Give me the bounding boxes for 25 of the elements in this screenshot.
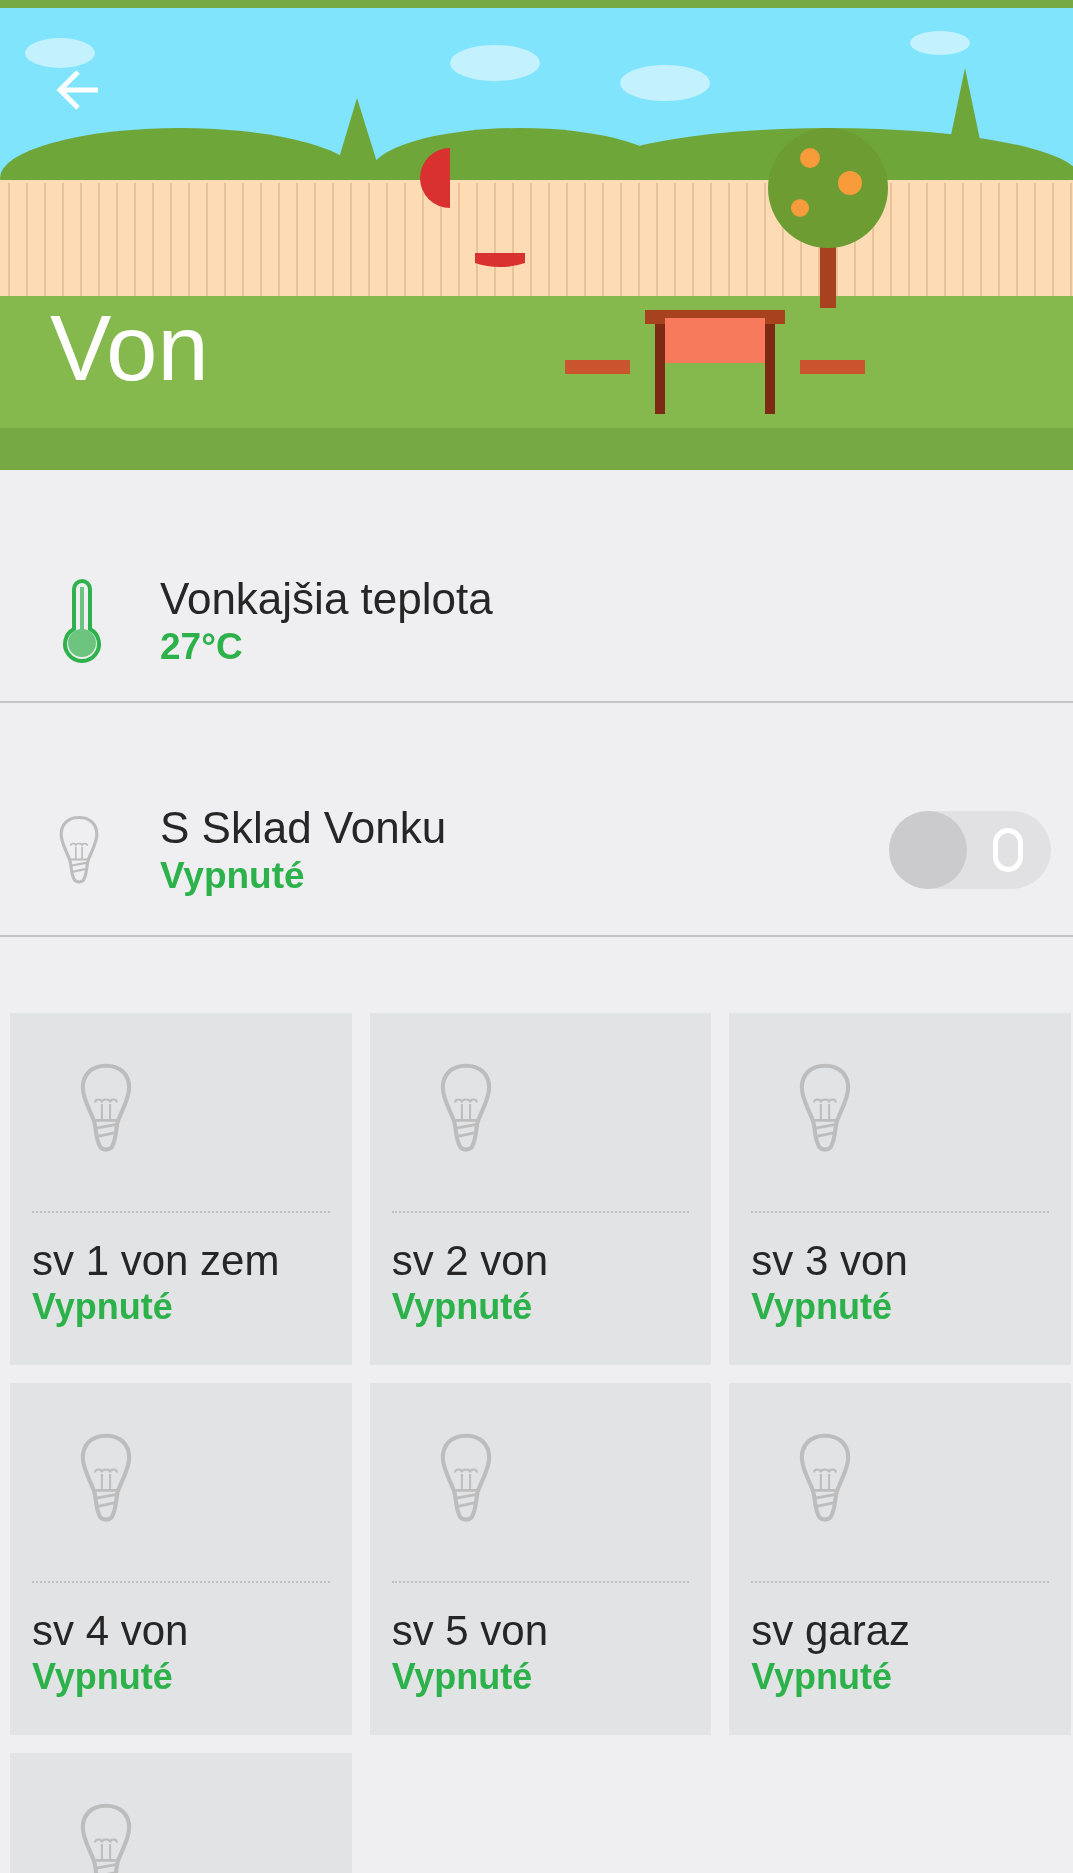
device-name: Vonkajšia teplota [160, 572, 494, 625]
device-status: Vypnuté [391, 1285, 534, 1329]
device-name: sv garaz [751, 1607, 912, 1655]
device-name: sv 1 von zem [32, 1237, 281, 1285]
device-tile[interactable]: sv 1 von zem Vypnuté [10, 1013, 352, 1365]
page-title: Von [50, 298, 209, 398]
device-status: Vypnuté [160, 854, 306, 898]
device-status: 27°C [160, 624, 244, 669]
device-name: sv 5 von [391, 1607, 550, 1655]
device-tile[interactable]: sv 2 von Vypnuté [369, 1013, 712, 1365]
device-status: Vypnuté [751, 1285, 893, 1329]
device-name: sv 3 von [751, 1237, 909, 1285]
device-tile[interactable]: sv 3 von Vypnuté [729, 1013, 1071, 1365]
device-status: Vypnuté [751, 1655, 893, 1699]
device-tile[interactable]: sv 5 von Vypnuté [369, 1383, 712, 1735]
device-name: sv 2 von [391, 1237, 550, 1285]
device-status: Vypnuté [32, 1655, 174, 1699]
device-status: Vypnuté [32, 1285, 174, 1329]
device-status: Vypnuté [391, 1655, 534, 1699]
device-name: S Sklad Vonku [160, 802, 448, 854]
device-tile[interactable]: sv 4 von Vypnuté [10, 1383, 352, 1735]
off-ring-icon [993, 828, 1023, 872]
device-tile[interactable]: sv garaz Vypnuté [729, 1383, 1071, 1735]
device-name: sv 4 von [32, 1607, 190, 1655]
light-bulb-icon [58, 815, 100, 885]
